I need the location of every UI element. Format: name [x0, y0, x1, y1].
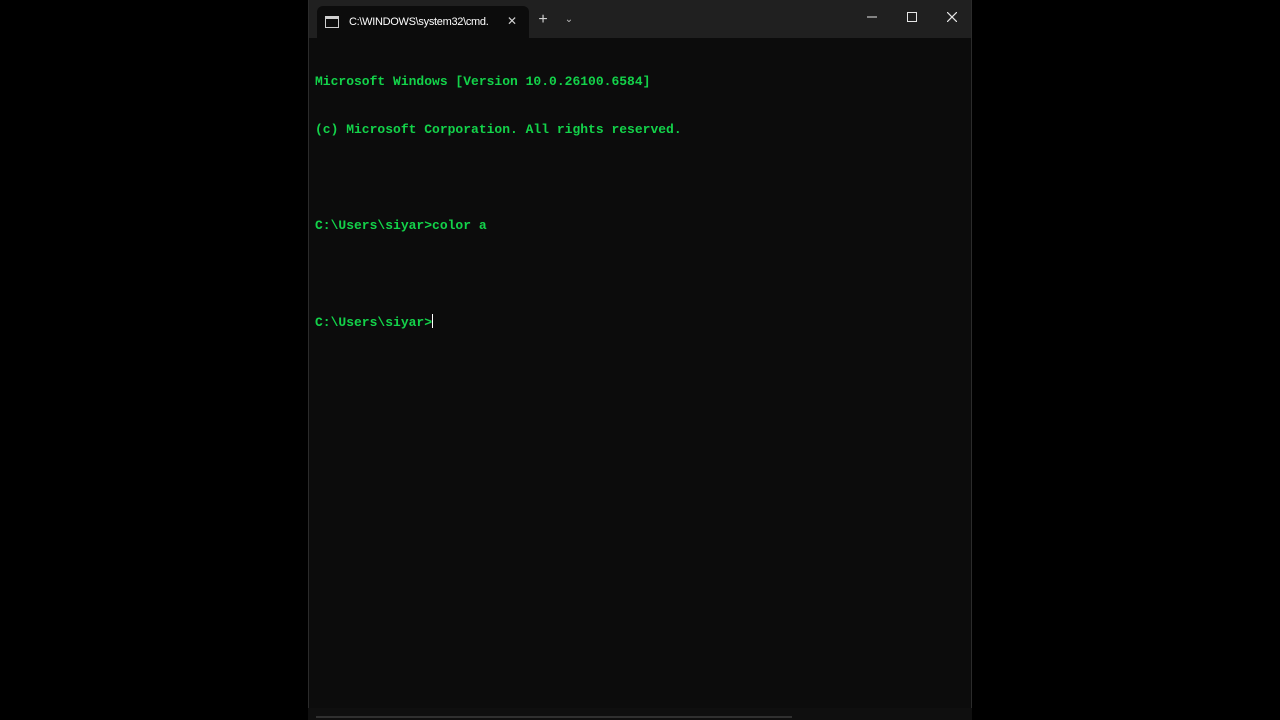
tab-dropdown-chevron-down-icon[interactable]: ⌄: [561, 12, 577, 28]
terminal-prompt-line: C:\Users\siyar>: [315, 314, 965, 330]
tab-cmd[interactable]: C:\WINDOWS\system32\cmd. ✕: [317, 6, 529, 38]
taskbar-edge: [308, 708, 972, 720]
terminal-prompt: C:\Users\siyar>: [315, 315, 433, 330]
terminal-output[interactable]: Microsoft Windows [Version 10.0.26100.65…: [315, 42, 965, 708]
tab-title: C:\WINDOWS\system32\cmd.: [349, 16, 489, 28]
title-bar: C:\WINDOWS\system32\cmd. ✕ + ⌄: [309, 0, 971, 38]
minimize-icon: [867, 9, 877, 27]
text-cursor: [432, 314, 434, 328]
close-window-button[interactable]: [937, 4, 967, 32]
terminal-window: C:\WINDOWS\system32\cmd. ✕ + ⌄ Microsoft…: [308, 0, 972, 708]
terminal-line: Microsoft Windows [Version 10.0.26100.65…: [315, 74, 651, 89]
scrollbar[interactable]: [316, 716, 792, 718]
terminal-icon: [325, 16, 339, 28]
minimize-button[interactable]: [857, 4, 887, 32]
maximize-button[interactable]: [897, 4, 927, 32]
close-icon: [946, 9, 958, 27]
new-tab-plus-icon[interactable]: +: [535, 12, 551, 28]
terminal-line: C:\Users\siyar>color a: [315, 218, 487, 233]
tab-close-icon[interactable]: ✕: [505, 14, 519, 28]
maximize-icon: [907, 9, 917, 27]
terminal-line: (c) Microsoft Corporation. All rights re…: [315, 122, 682, 137]
